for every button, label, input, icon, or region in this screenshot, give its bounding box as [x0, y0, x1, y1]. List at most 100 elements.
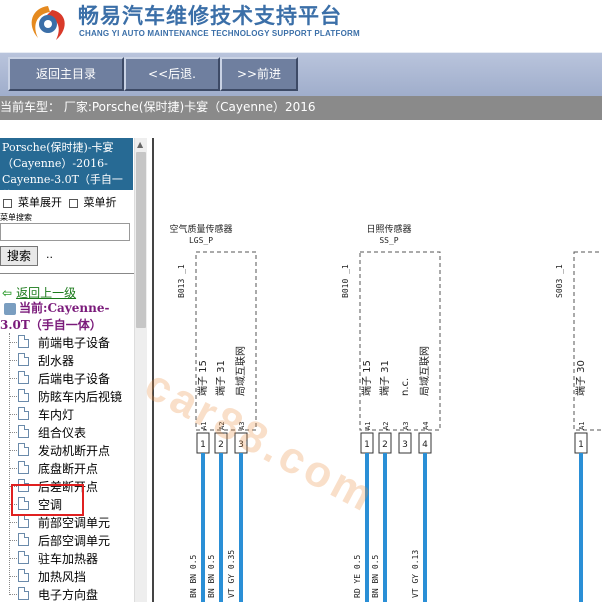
app-title: 畅易汽车维修技术支持平台	[78, 4, 342, 28]
pin-number: 1	[578, 440, 584, 450]
tree-connector	[9, 432, 17, 433]
pin-label: A1	[364, 422, 372, 430]
tree-item-label: 车内灯	[38, 408, 75, 422]
component-id: B010 _1	[341, 264, 350, 298]
selection-highlight	[11, 484, 84, 516]
current-node: 当前:Cayenne-3.0T（手自一体）	[0, 300, 134, 334]
pin-number: 2	[382, 440, 388, 450]
pin-number: 1	[364, 440, 370, 450]
search-label: 菜单搜索	[0, 213, 32, 222]
tree-connector	[9, 360, 17, 361]
tree-item[interactable]: 前端电子设备	[0, 333, 134, 351]
component-id: B013 _1	[177, 264, 186, 298]
wire-spec: VT GY 0.13	[411, 550, 420, 598]
tree-item[interactable]: 刮水器	[0, 351, 134, 369]
scrollbar-thumb[interactable]	[136, 152, 146, 328]
tree-item-label: 驻车加热器	[38, 552, 99, 566]
collapse-checkbox-icon[interactable]	[68, 198, 78, 208]
document-icon	[18, 425, 29, 438]
back-arrow-icon: ⇦	[2, 286, 13, 300]
wire-spec: BN BN 0.5	[371, 554, 380, 598]
divider	[0, 273, 134, 274]
tree-item[interactable]: 车内灯	[0, 405, 134, 423]
menu-tree: 前端电子设备 刮水器后端电子设备 防眩车内后视镜车内灯 组合仪表发动机断开点 底盘断开点…	[0, 333, 134, 602]
wire-spec: BN BN 0.5	[189, 554, 198, 598]
component-name: 日照传感器	[366, 223, 411, 235]
tree-item[interactable]: 组合仪表	[0, 423, 134, 441]
document-icon	[18, 533, 29, 546]
tree-connector	[9, 594, 17, 595]
wire-spec: VT GY 0.35	[227, 550, 236, 598]
pin-signal: 端子 15	[360, 360, 373, 396]
pin-number: 1	[200, 440, 206, 450]
tree-item-label: 底盘断开点	[38, 462, 99, 476]
pin-number: 4	[422, 440, 428, 450]
tree-connector	[9, 540, 17, 541]
toolbar: 返回主目录 <<后退. >>前进	[0, 52, 602, 97]
search-button[interactable]: 搜索	[0, 246, 38, 266]
current-vehicle-bar: 当前车型： 厂家:Porsche(保时捷)卡宴（Cayenne）2016	[0, 96, 602, 120]
component-box	[359, 251, 441, 431]
tree-item-label: 发动机断开点	[38, 444, 111, 458]
document-icon	[18, 389, 29, 402]
menu-collapse-link[interactable]: 菜单折	[84, 196, 117, 209]
tree-item[interactable]: 电子方向盘	[0, 585, 134, 602]
tree-connector	[9, 558, 17, 559]
wire-spec: RD YE 0.5	[353, 554, 362, 598]
pin-signal: 端子 31	[378, 360, 391, 396]
spacer	[0, 120, 602, 138]
pin-label: A4	[422, 422, 430, 430]
tree-item[interactable]: 后部空调单元	[0, 531, 134, 549]
tree-connector	[9, 576, 17, 577]
document-icon	[18, 569, 29, 582]
component-code: SS_P	[379, 236, 398, 245]
brand-logo-icon	[31, 6, 65, 40]
search-more: ..	[46, 248, 53, 261]
sidebar-scrollbar[interactable]: ▲	[134, 138, 147, 602]
back-button[interactable]: <<后退.	[124, 57, 220, 91]
app-header: 畅易汽车维修技术支持平台 CHANG YI AUTO MAINTENANCE T…	[0, 0, 602, 52]
tree-item[interactable]: 加热风挡	[0, 567, 134, 585]
tree-connector	[9, 450, 17, 451]
back-up-link[interactable]: ⇦ 返回上一级	[2, 284, 76, 301]
tree-connector	[9, 378, 17, 379]
tree-item-label: 刮水器	[38, 354, 75, 368]
document-icon	[18, 461, 29, 474]
document-icon	[18, 371, 29, 384]
pin-label: A2	[382, 422, 390, 430]
pin-label: A1	[578, 422, 586, 430]
component-code: LGS_P	[189, 236, 213, 245]
pin-signal: n.c.	[400, 378, 411, 396]
tree-item[interactable]: 底盘断开点	[0, 459, 134, 477]
tree-item-label: 前端电子设备	[38, 336, 111, 350]
component-name: 空气质量传感器	[169, 223, 232, 235]
tree-item-label: 后部空调单元	[38, 534, 111, 548]
wire-spec: BN BN 0.5	[207, 554, 216, 598]
document-icon	[18, 407, 29, 420]
back-up-label: 返回上一级	[16, 286, 77, 300]
tree-item[interactable]: 驻车加热器	[0, 549, 134, 567]
tree-item[interactable]: 防眩车内后视镜	[0, 387, 134, 405]
expand-checkbox-icon[interactable]	[3, 198, 12, 208]
model-title[interactable]: Porsche(保时捷)-卡宴（Cayenne）-2016- Cayenne-3…	[0, 138, 133, 190]
tree-connector	[9, 468, 17, 469]
home-button[interactable]: 返回主目录	[8, 57, 124, 91]
tree-connector	[9, 342, 17, 343]
scroll-up-icon[interactable]: ▲	[137, 140, 143, 149]
document-icon	[18, 335, 29, 348]
tree-item-label: 电子方向盘	[38, 588, 99, 602]
document-icon	[18, 515, 29, 528]
pin-label: A3	[402, 422, 410, 430]
menu-expand-link[interactable]: 菜单展开	[18, 196, 62, 209]
document-icon	[18, 443, 29, 456]
current-value: Cayenne-3.0T（手自一体）	[0, 301, 110, 332]
tree-connector	[9, 396, 17, 397]
document-icon	[18, 353, 29, 366]
document-icon	[18, 587, 29, 600]
tree-item[interactable]: 后端电子设备	[0, 369, 134, 387]
search-input[interactable]	[0, 223, 130, 241]
document-icon	[18, 551, 29, 564]
forward-button[interactable]: >>前进	[220, 57, 298, 91]
tree-item[interactable]: 发动机断开点	[0, 441, 134, 459]
tree-item-label: 后端电子设备	[38, 372, 111, 386]
